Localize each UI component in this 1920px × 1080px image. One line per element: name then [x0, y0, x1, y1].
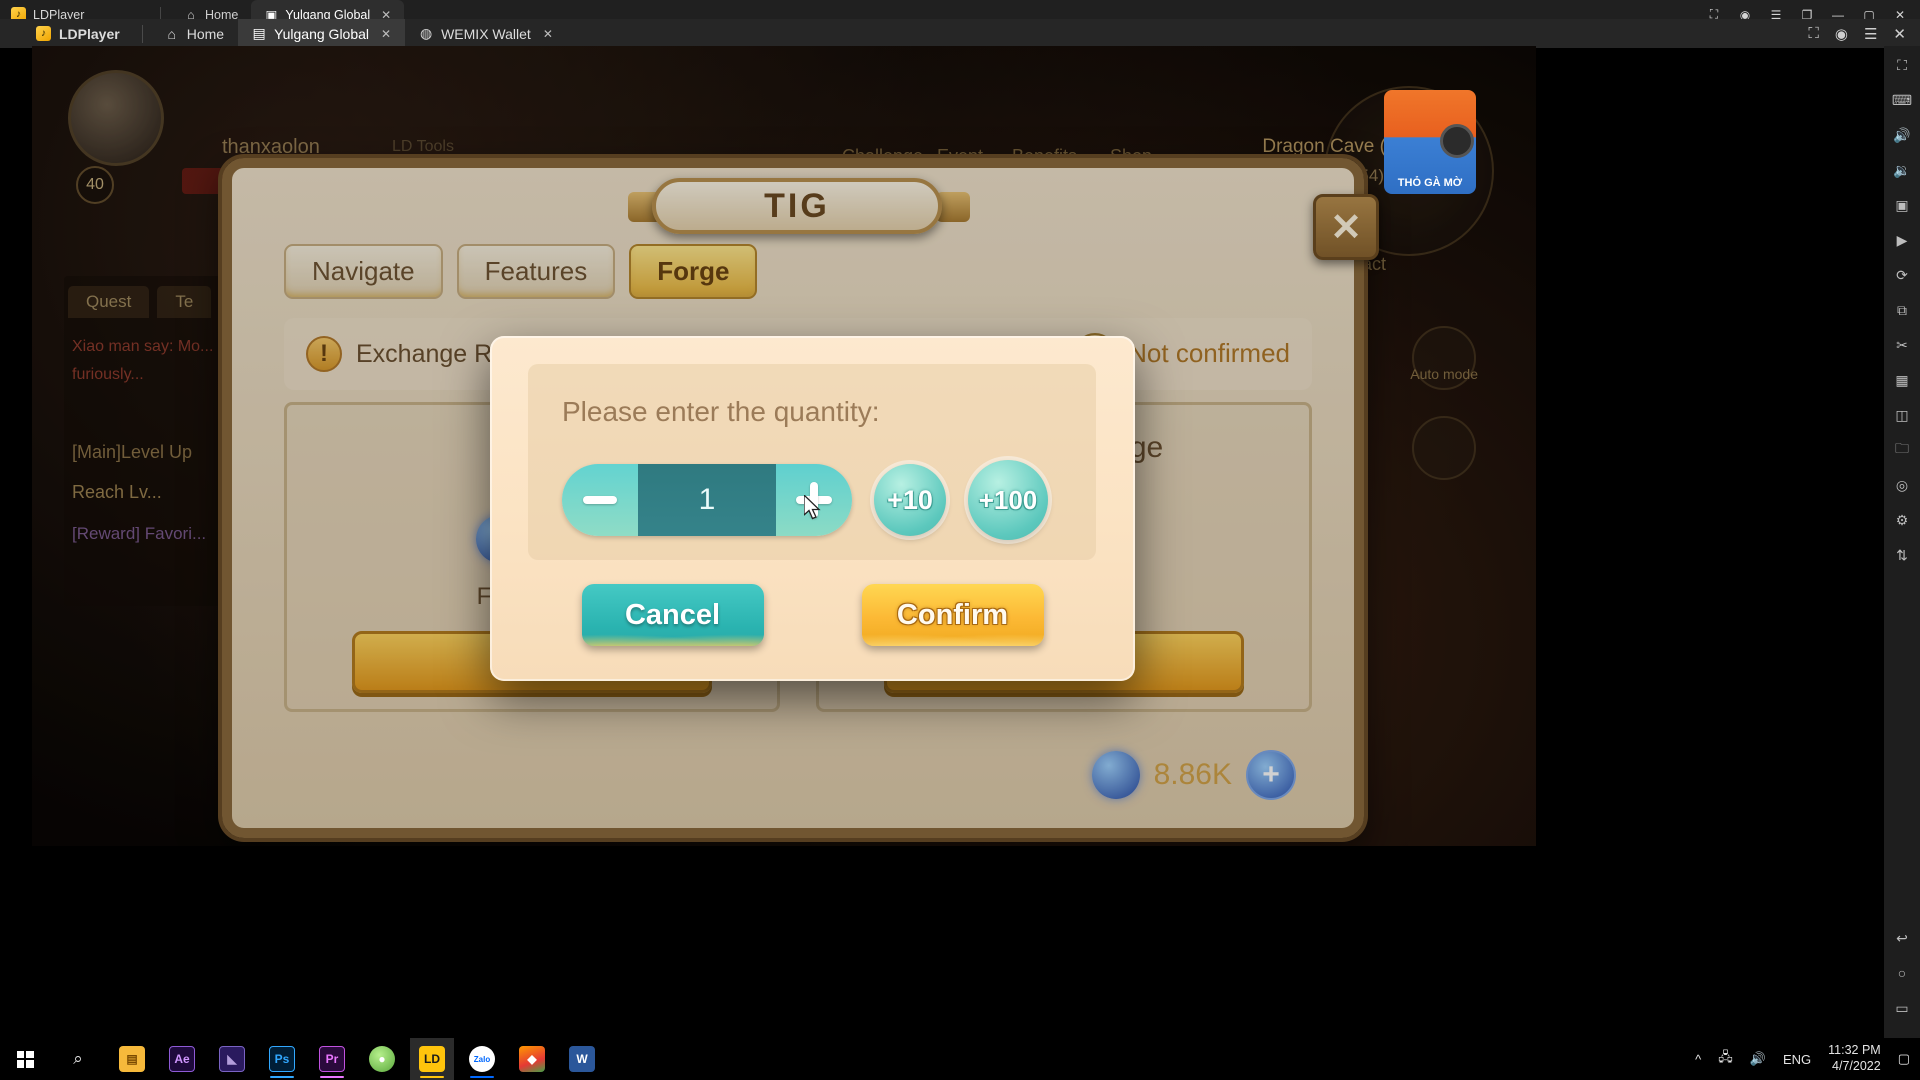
sublime-text-icon: ◆: [519, 1046, 545, 1072]
tab-home-label: Home: [186, 25, 225, 42]
clock-time: 11:32 PM: [1828, 1043, 1881, 1058]
tab-wemix-wallet-label: WEMIX Wallet: [441, 25, 531, 42]
volume-up-icon[interactable]: 🔊: [1891, 124, 1913, 146]
clock-date: 4/7/2022: [1832, 1059, 1881, 1073]
emulator-side-toolbar: ⛶ ⌨ 🔊 🔉 ▣ ▶ ⟳ ⧉ ✂ ▦ ◫ 🗀 ◎ ⚙ ⇅ ↩ ○ ▭: [1884, 46, 1920, 1046]
after-effects-icon: Ae: [169, 1046, 195, 1072]
clock[interactable]: 11:32 PM 4/7/2022: [1828, 1043, 1881, 1074]
windows-taskbar: ⌕ ▤ Ae ◣ Ps Pr ● LD Zalo ◆ W ^ 🖧 🔊 ENG 1…: [0, 1038, 1920, 1080]
rotate-icon[interactable]: ⟳: [1891, 264, 1913, 286]
taskbar-app-list: ▤ Ae ◣ Ps Pr ● LD Zalo ◆ W: [110, 1038, 604, 1080]
macro-icon[interactable]: ▦: [1891, 369, 1913, 391]
gamepad-icon[interactable]: ⛶: [1808, 25, 1819, 42]
quantity-input[interactable]: 1: [638, 464, 776, 536]
word-icon: W: [569, 1046, 595, 1072]
shake-icon[interactable]: ⇅: [1891, 544, 1913, 566]
home-icon: ⌂: [167, 25, 176, 42]
streamer-logo-label: THỎ GÀ MỜ: [1397, 177, 1463, 189]
ldplayer-tabstrip: ♪ LDPlayer ⌂ Home ▤ Yulgang Global ✕ ◍ W…: [0, 19, 1920, 48]
folder-icon[interactable]: 🗀: [1891, 439, 1913, 461]
close-icon[interactable]: ✕: [381, 27, 391, 41]
home-icon[interactable]: ○: [1891, 962, 1913, 984]
tabstrip-actions: ⛶ ◉ ☰ ✕: [1808, 25, 1920, 43]
back-icon[interactable]: ↩: [1891, 927, 1913, 949]
game-icon: ▤: [252, 25, 266, 41]
windows-logo-icon: [16, 1050, 34, 1068]
app-running-indicator: [270, 1075, 294, 1078]
dialog-actions: Cancel Confirm: [490, 584, 1135, 646]
multi-instance-icon[interactable]: ⧉: [1891, 299, 1913, 321]
system-tray: ^ 🖧 🔊 ENG 11:32 PM 4/7/2022 ▢: [1695, 1043, 1920, 1074]
button-foot-ornament: [581, 631, 764, 646]
quick-add-10-button[interactable]: +10: [874, 464, 946, 536]
taskbar-app-zalo[interactable]: Zalo: [460, 1038, 504, 1080]
file-explorer-icon: ▤: [119, 1046, 145, 1072]
zalo-icon: Zalo: [469, 1046, 495, 1072]
taskbar-app-sublime-text[interactable]: ◆: [510, 1038, 554, 1080]
premiere-pro-icon: Pr: [319, 1046, 345, 1072]
ldplayer-logo-icon: ♪: [36, 26, 51, 41]
apk-icon[interactable]: ◫: [1891, 404, 1913, 426]
taskbar-app-photoshop[interactable]: Ps: [260, 1038, 304, 1080]
chevron-up-icon[interactable]: ^: [1695, 1052, 1701, 1067]
quantity-dialog: Please enter the quantity: 1 +10 +100 Ca…: [490, 336, 1135, 681]
tabstrip-brand: ♪ LDPlayer: [0, 19, 134, 48]
close-icon[interactable]: ✕: [1893, 25, 1906, 43]
taskbar-app-camtasia[interactable]: ●: [360, 1038, 404, 1080]
tab-yulgang-global[interactable]: ▤ Yulgang Global ✕: [238, 19, 406, 48]
confirm-button[interactable]: Confirm: [861, 584, 1044, 646]
tabstrip-divider: [141, 24, 143, 43]
volume-icon[interactable]: 🔊: [1750, 1051, 1766, 1067]
recents-icon[interactable]: ▭: [1891, 997, 1913, 1019]
media-encoder-icon: ◣: [219, 1046, 245, 1072]
tabstrip-brand-label: LDPlayer: [59, 25, 120, 42]
button-foot-ornament: [861, 631, 1044, 646]
search-icon[interactable]: ⌕: [50, 1049, 106, 1069]
app-running-indicator: [320, 1075, 344, 1078]
cancel-button-label: Cancel: [624, 598, 721, 631]
wallet-icon: ◍: [419, 25, 433, 41]
minus-icon: [583, 496, 617, 504]
decrement-button[interactable]: [562, 464, 638, 536]
fullscreen-icon[interactable]: ⛶: [1891, 54, 1913, 76]
plus-icon: [796, 482, 832, 518]
language-indicator[interactable]: ENG: [1783, 1052, 1811, 1067]
increment-button[interactable]: [776, 464, 852, 536]
emulator-screen[interactable]: 40 thanxaolon LD Tools 29600/29600 Chall…: [32, 46, 1536, 846]
scissors-icon[interactable]: ✂: [1891, 334, 1913, 356]
quantity-stepper[interactable]: 1: [562, 464, 852, 536]
video-icon[interactable]: ▶: [1891, 229, 1913, 251]
tab-wemix-wallet[interactable]: ◍ WEMIX Wallet ✕: [405, 19, 567, 48]
quantity-prompt: Please enter the quantity:: [562, 396, 880, 427]
close-icon[interactable]: ✕: [543, 27, 553, 41]
app-running-indicator: [420, 1075, 444, 1078]
cancel-button[interactable]: Cancel: [581, 584, 764, 646]
screenshot-icon[interactable]: ▣: [1891, 194, 1913, 216]
photoshop-icon: Ps: [269, 1046, 295, 1072]
camera-icon: [1440, 124, 1474, 158]
start-button[interactable]: [0, 1050, 50, 1068]
confirm-button-label: Confirm: [896, 598, 1009, 631]
network-icon[interactable]: 🖧: [1718, 1048, 1733, 1070]
quick-add-100-button[interactable]: +100: [968, 460, 1048, 540]
app-running-indicator: [470, 1075, 494, 1078]
taskbar-app-after-effects[interactable]: Ae: [160, 1038, 204, 1080]
account-icon[interactable]: ◉: [1835, 25, 1848, 43]
notification-icon[interactable]: ▢: [1898, 1051, 1910, 1067]
tab-yulgang-global-label: Yulgang Global: [274, 25, 370, 42]
keyboard-icon[interactable]: ⌨: [1891, 89, 1913, 111]
taskbar-app-media-encoder[interactable]: ◣: [210, 1038, 254, 1080]
taskbar-app-premiere-pro[interactable]: Pr: [310, 1038, 354, 1080]
ldplayer-icon: LD: [419, 1046, 445, 1072]
camtasia-icon: ●: [369, 1046, 395, 1072]
taskbar-app-file-explorer[interactable]: ▤: [110, 1038, 154, 1080]
volume-down-icon[interactable]: 🔉: [1891, 159, 1913, 181]
location-icon[interactable]: ◎: [1891, 474, 1913, 496]
taskbar-app-ldplayer[interactable]: LD: [410, 1038, 454, 1080]
taskbar-app-word[interactable]: W: [560, 1038, 604, 1080]
menu-icon[interactable]: ☰: [1864, 25, 1877, 43]
tab-home[interactable]: ⌂ Home: [151, 19, 238, 48]
settings-icon[interactable]: ⚙: [1891, 509, 1913, 531]
